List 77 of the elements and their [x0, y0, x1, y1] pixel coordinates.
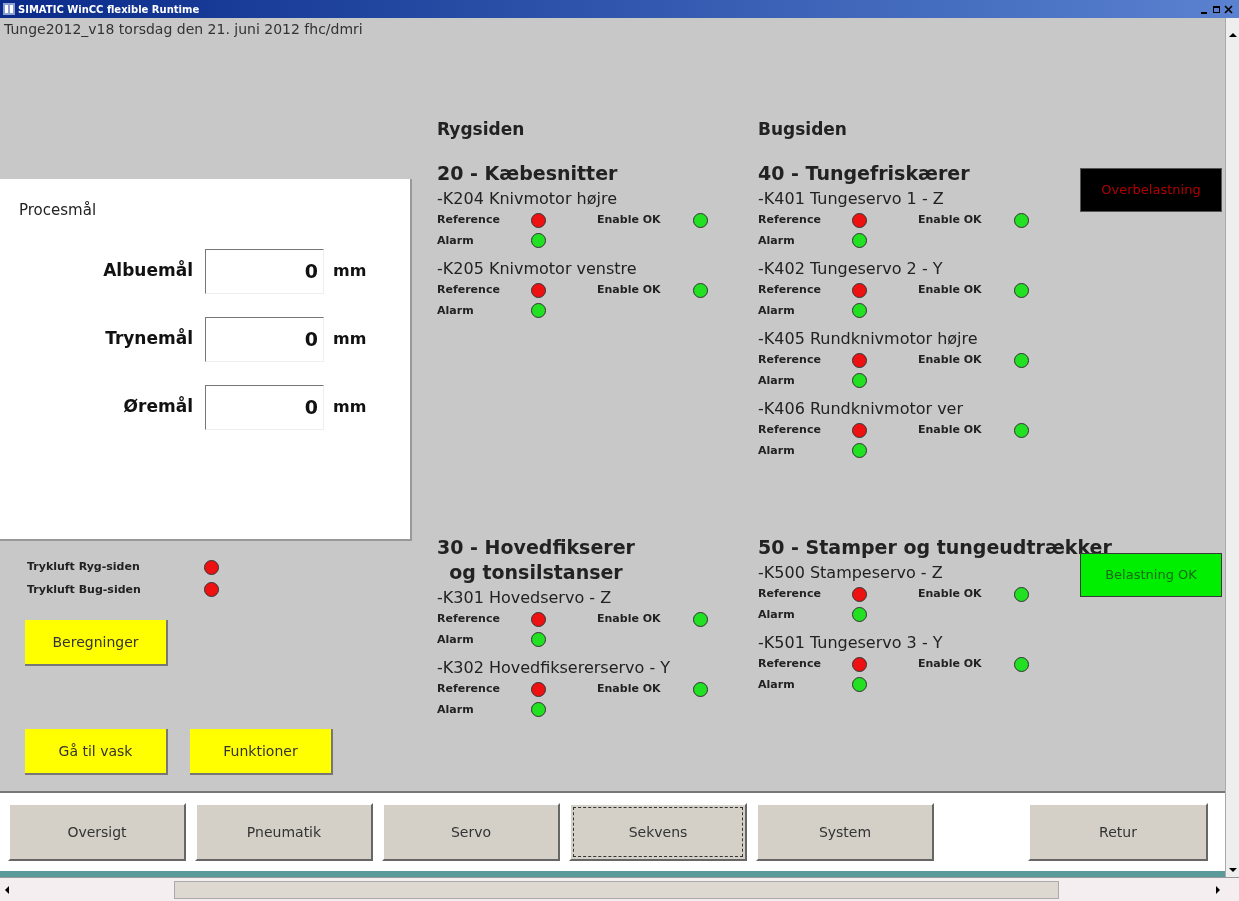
signal-label: Reference: [437, 212, 501, 228]
motor-name: -K501 Tungeservo 3 - Y: [758, 632, 944, 654]
window-title: SIMATIC WinCC flexible Runtime: [18, 2, 200, 17]
header-text: Tunge2012_v18 torsdag den 21. juni 2012 fhc/dmri: [3, 20, 364, 39]
scroll-up-icon[interactable]: [1228, 32, 1237, 38]
air-status-label: Trykluft Ryg-siden: [27, 559, 141, 575]
vertical-scrollbar[interactable]: [1225, 18, 1239, 877]
unit-label: mm: [333, 396, 367, 418]
value-field[interactable]: 0: [205, 384, 324, 430]
signal-label: Reference: [758, 586, 822, 602]
signal-label: Alarm: [758, 676, 796, 693]
close-icon[interactable]: [1224, 3, 1233, 15]
signal-label: Reference: [758, 422, 822, 438]
unit-label: mm: [333, 260, 367, 282]
signal-label: Reference: [758, 212, 822, 228]
motor-name: -K500 Stampeservo - Z: [758, 562, 944, 584]
motor-name: -K302 Hovedfiksererservo - Y: [437, 657, 672, 679]
group-title: 40 - Tungefriskærer: [758, 161, 970, 186]
motor-name: -K204 Knivmotor højre: [437, 188, 618, 210]
signal-label: Alarm: [758, 232, 796, 249]
horizontal-scrollbar[interactable]: [0, 877, 1239, 901]
signal-label: Enable OK: [918, 422, 983, 438]
signal-label: Reference: [437, 611, 501, 627]
load-indicator: Belastning OK: [1080, 553, 1222, 597]
air-status-label: Trykluft Bug-siden: [27, 581, 142, 598]
field-label: Øremål: [122, 395, 193, 419]
signal-label: Reference: [437, 282, 501, 298]
signal-label: Alarm: [437, 701, 475, 718]
group-title: 20 - Kæbesnitter: [437, 161, 618, 186]
signal-label: Enable OK: [918, 352, 983, 368]
nav-button[interactable]: Oversigt: [8, 803, 186, 861]
unit-label: mm: [333, 328, 367, 350]
signal-label: Reference: [437, 681, 501, 697]
signal-label: Alarm: [758, 606, 796, 623]
signal-label: Alarm: [437, 302, 475, 319]
motor-name: -K205 Knivmotor venstre: [437, 258, 638, 280]
action-button[interactable]: Funktioner: [190, 729, 333, 775]
group-title: 30 - Hovedfikserer og tonsilstanser: [437, 535, 635, 585]
signal-label: Alarm: [437, 631, 475, 648]
panel-title: Procesmål: [19, 200, 98, 221]
return-button[interactable]: Retur: [1028, 803, 1208, 861]
motor-name: -K301 Hovedservo - Z: [437, 587, 613, 609]
action-button[interactable]: Gå til vask: [25, 729, 168, 775]
scrollbar-thumb[interactable]: [174, 880, 1059, 899]
signal-label: Enable OK: [597, 212, 662, 228]
nav-button[interactable]: Sekvens: [569, 803, 747, 861]
field-label: Trynemål: [104, 327, 193, 351]
signal-label: Enable OK: [597, 611, 662, 627]
signal-label: Alarm: [758, 442, 796, 459]
signal-label: Reference: [758, 282, 822, 298]
action-button[interactable]: Beregninger: [25, 620, 168, 666]
signal-label: Enable OK: [597, 282, 662, 298]
motor-name: -K401 Tungeservo 1 - Z: [758, 188, 945, 210]
signal-label: Enable OK: [597, 681, 662, 697]
load-indicator: Overbelastning: [1080, 168, 1222, 212]
signal-label: Enable OK: [918, 282, 983, 298]
scroll-down-icon[interactable]: [1228, 867, 1237, 873]
motor-name: -K406 Rundknivmotor ver: [758, 398, 965, 420]
value-field[interactable]: 0: [205, 316, 324, 362]
motor-name: -K402 Tungeservo 2 - Y: [758, 258, 944, 280]
side-heading: Rygsiden: [437, 118, 526, 141]
side-heading: Bugsiden: [758, 118, 848, 141]
nav-button[interactable]: System: [756, 803, 934, 861]
signal-label: Reference: [758, 352, 822, 368]
signal-label: Enable OK: [918, 656, 983, 672]
motor-name: -K405 Rundknivmotor højre: [758, 328, 979, 350]
nav-button[interactable]: Servo: [382, 803, 560, 861]
signal-label: Alarm: [758, 302, 796, 319]
value-field[interactable]: 0: [205, 248, 324, 294]
signal-label: Alarm: [758, 372, 796, 389]
nav-button[interactable]: Pneumatik: [195, 803, 373, 861]
signal-label: Enable OK: [918, 212, 983, 228]
app-icon: [2, 2, 16, 16]
signal-label: Enable OK: [918, 586, 983, 602]
field-label: Albuemål: [102, 259, 193, 283]
signal-label: Alarm: [437, 232, 475, 249]
signal-label: Reference: [758, 656, 822, 672]
